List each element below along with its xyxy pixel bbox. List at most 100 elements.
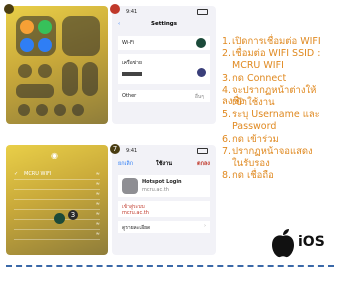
step-text: Password xyxy=(232,121,277,133)
wifi-toggle-row[interactable]: Wi-Fi xyxy=(118,36,210,50)
step-item: เข้าใช้งาน xyxy=(222,97,275,108)
calculator-icon xyxy=(54,104,66,116)
wifi-signal-icon: ≈ xyxy=(95,211,100,217)
step-number: 2. xyxy=(222,48,232,60)
nav-bar: ‹ Settings xyxy=(112,18,216,32)
other-label: Other xyxy=(122,93,137,99)
ios-logo: iOS xyxy=(270,228,332,258)
step-badge-3: 3 xyxy=(68,210,78,220)
step-text: เปิดการเชื่อมต่อ WIFI xyxy=(232,36,321,47)
dashed-divider xyxy=(6,265,334,267)
battery-icon xyxy=(197,148,208,154)
network-label: เครือข่าย xyxy=(122,60,142,66)
info-icon[interactable] xyxy=(197,68,206,77)
details-row[interactable]: ดูรายละเอียด › xyxy=(118,221,210,233)
checkmark-icon: ✓ xyxy=(14,171,19,177)
connect-button[interactable] xyxy=(54,213,65,224)
camera-icon xyxy=(72,104,84,116)
profile-sub: mcru.ac.th xyxy=(142,187,169,193)
wifi-header-icon: ◉ xyxy=(51,151,58,160)
wifi-network-row[interactable]: ≈ xyxy=(14,201,100,210)
wifi-network-row[interactable]: ≈ xyxy=(14,231,100,240)
step-text: ระบุ Username และ xyxy=(232,109,320,121)
step-number: 4. xyxy=(222,84,232,96)
step-item: 8.กด เชื่อถือ xyxy=(222,170,274,181)
wifi-settings-screenshot: 9:41 ‹ Settings Wi-Fi เครือข่าย Other อื… xyxy=(112,6,216,124)
page-title: Settings xyxy=(151,21,177,27)
step-number: 1. xyxy=(222,36,232,47)
step-text: กด เชื่อถือ xyxy=(232,170,274,182)
apple-logo-icon xyxy=(272,229,294,258)
wifi-network-row[interactable]: ≈ xyxy=(14,191,100,200)
step-item: 1.เปิดการเชื่อมต่อ WIFI xyxy=(222,36,321,47)
step-text: เชื่อมต่อ WIFI SSID : xyxy=(232,48,321,60)
step-item: ในรับรอง xyxy=(222,158,270,169)
step-text: กด เข้าร่วม xyxy=(232,133,279,145)
wifi-signal-icon: ≈ xyxy=(95,191,100,197)
login-link[interactable]: mcru.ac.th xyxy=(122,210,149,216)
step-item: 5.ระบุ Username และ xyxy=(222,109,320,120)
screen-mirroring-tile xyxy=(16,84,54,98)
step-text: ปรากฏหน้าจอแสดง xyxy=(232,145,313,157)
details-label: ดูรายละเอียด xyxy=(122,225,151,231)
brightness-slider xyxy=(62,62,78,96)
wifi-list-screenshot: ◉ ✓ MCRU WIFI ≈ ≈ ≈ ≈ ≈ ≈ ≈ xyxy=(6,145,108,255)
ios-text: iOS xyxy=(298,234,325,250)
timer-icon xyxy=(36,104,48,116)
step-text: MCRU WIFI xyxy=(232,60,284,72)
step-item: MCRU WIFI xyxy=(222,60,284,71)
wifi-signal-icon: ≈ xyxy=(95,201,100,207)
battery-icon xyxy=(197,9,208,15)
step-text: กด Connect xyxy=(232,72,287,84)
connectivity-tile xyxy=(16,16,56,56)
status-bar: 9:41 xyxy=(112,6,216,17)
profile-card: Hotspot Login mcru.ac.th xyxy=(118,175,210,197)
control-center-screenshot xyxy=(6,6,108,124)
step-item: 3.กด Connect xyxy=(222,73,286,84)
airplane-mode-icon xyxy=(20,20,34,34)
nav-bar: ยกเลิก ใช้งาน ตกลง xyxy=(112,157,216,171)
network-list: เครือข่าย xyxy=(118,54,210,84)
network-item[interactable] xyxy=(122,72,142,76)
step-text: เข้าใช้งาน xyxy=(232,97,275,108)
other-row[interactable]: Other อื่นๆ xyxy=(118,90,210,102)
step-badge-7: 7 xyxy=(110,144,120,154)
flashlight-icon xyxy=(18,104,30,116)
wifi-label: Wi-Fi xyxy=(122,40,134,46)
step-item: Password xyxy=(222,121,276,132)
other-value: อื่นๆ xyxy=(194,94,204,100)
cellular-icon xyxy=(38,20,52,34)
wifi-network-row[interactable]: ✓ MCRU WIFI ≈ xyxy=(14,171,100,180)
step-number: 3. xyxy=(222,72,232,84)
rotation-lock-icon xyxy=(18,64,32,78)
wifi-signal-icon: ≈ xyxy=(95,171,100,177)
step-item: 6.กด เข้าร่วม xyxy=(222,134,279,145)
done-button[interactable]: ตกลง xyxy=(197,160,210,168)
chevron-right-icon: › xyxy=(204,223,206,229)
wifi-signal-icon: ≈ xyxy=(95,231,100,237)
music-tile xyxy=(62,16,100,56)
hotspot-login-screenshot: 9:41 ยกเลิก ใช้งาน ตกลง Hotspot Login mc… xyxy=(112,145,216,255)
step-number: 5. xyxy=(222,109,232,121)
status-time: 9:41 xyxy=(126,148,138,154)
wifi-icon xyxy=(20,38,34,52)
bluetooth-icon xyxy=(38,38,52,52)
step-badge-2 xyxy=(110,4,120,14)
steps-list: 1.เปิดการเชื่อมต่อ WIFI 2.เชื่อมต่อ WIFI … xyxy=(222,36,338,196)
step-badge-1 xyxy=(4,4,14,14)
wifi-network-row[interactable]: ≈ xyxy=(14,181,100,190)
wifi-toggle[interactable] xyxy=(196,38,206,48)
step-item: 2.เชื่อมต่อ WIFI SSID : xyxy=(222,48,320,59)
step-number: 8. xyxy=(222,170,232,182)
step-number: 7. xyxy=(222,145,232,157)
settings-app-icon xyxy=(122,178,138,194)
login-row: เข้าสู่ระบบ mcru.ac.th xyxy=(118,201,210,217)
status-time: 9:41 xyxy=(126,9,138,15)
status-bar: 9:41 xyxy=(112,145,216,156)
step-item: 7.ปรากฏหน้าจอแสดง xyxy=(222,146,313,157)
wifi-signal-icon: ≈ xyxy=(95,221,100,227)
wifi-network-name: MCRU WIFI xyxy=(24,171,52,177)
volume-slider xyxy=(82,62,98,96)
do-not-disturb-icon xyxy=(38,64,52,78)
wifi-signal-icon: ≈ xyxy=(95,181,100,187)
